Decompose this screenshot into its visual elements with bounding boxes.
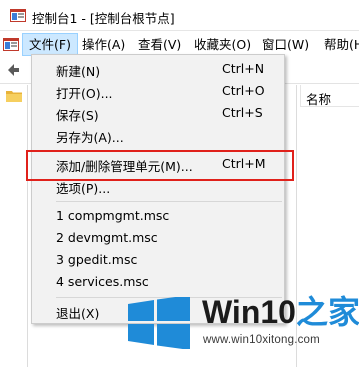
menu-favorites[interactable]: 收藏夹(O) (188, 33, 257, 56)
column-header-label: 名称 (306, 92, 332, 107)
back-arrow-icon[interactable] (5, 62, 21, 78)
menu-window[interactable]: 窗口(W) (256, 33, 315, 56)
watermark-brand-suffix: 之家 (295, 294, 359, 330)
folder-icon[interactable] (6, 90, 22, 102)
menu-separator (56, 201, 282, 202)
watermark-brand: Win10之家 (202, 294, 359, 330)
highlight-box (26, 150, 294, 181)
menu-item-label: 另存为(A)... (56, 130, 124, 145)
menu-item-recent-1[interactable]: 1 compmgmt.msc (32, 205, 284, 227)
menu-item-label: 2 devmgmt.msc (56, 230, 158, 245)
menu-item-save-as[interactable]: 另存为(A)... (32, 124, 284, 146)
watermark-brand-main: Win10 (202, 294, 296, 330)
menu-item-save[interactable]: 保存(S) Ctrl+S (32, 102, 284, 124)
menu-item-shortcut: Ctrl+S (222, 105, 263, 120)
menu-item-label: 4 services.msc (56, 274, 149, 289)
menu-file[interactable]: 文件(F) (22, 33, 78, 56)
watermark-url: www.win10xitong.com (203, 334, 320, 346)
menu-action[interactable]: 操作(A) (76, 33, 131, 56)
menu-item-shortcut: Ctrl+N (222, 61, 265, 76)
menu-item-new[interactable]: 新建(N) Ctrl+N (32, 58, 284, 80)
mmc-menu-icon[interactable] (3, 36, 19, 52)
menu-item-open[interactable]: 打开(O)... Ctrl+O (32, 80, 284, 102)
column-header-name[interactable]: 名称 (300, 85, 359, 107)
menu-item-shortcut: Ctrl+O (222, 83, 265, 98)
menu-item-recent-3[interactable]: 3 gpedit.msc (32, 249, 284, 271)
menu-item-label: 退出(X) (56, 306, 100, 321)
menu-item-label: 打开(O)... (56, 86, 113, 101)
column-separator (300, 85, 301, 107)
menu-item-label: 3 gpedit.msc (56, 252, 138, 267)
menu-item-label: 新建(N) (56, 64, 101, 79)
menu-help[interactable]: 帮助(H) (318, 33, 359, 56)
windows-logo-icon (128, 297, 190, 349)
menu-view[interactable]: 查看(V) (132, 33, 187, 56)
watermark: Win10之家 www.win10xitong.com (128, 290, 359, 367)
menu-item-label: 保存(S) (56, 108, 99, 123)
mmc-app-icon (10, 9, 26, 22)
menu-item-recent-2[interactable]: 2 devmgmt.msc (32, 227, 284, 249)
window-title: 控制台1 - [控制台根节点] (32, 11, 175, 26)
menu-item-label: 1 compmgmt.msc (56, 208, 170, 223)
tree-pane (0, 85, 28, 367)
file-menu-dropdown: 新建(N) Ctrl+N 打开(O)... Ctrl+O 保存(S) Ctrl+… (31, 54, 285, 324)
title-bar: 控制台1 - [控制台根节点] (0, 0, 359, 31)
